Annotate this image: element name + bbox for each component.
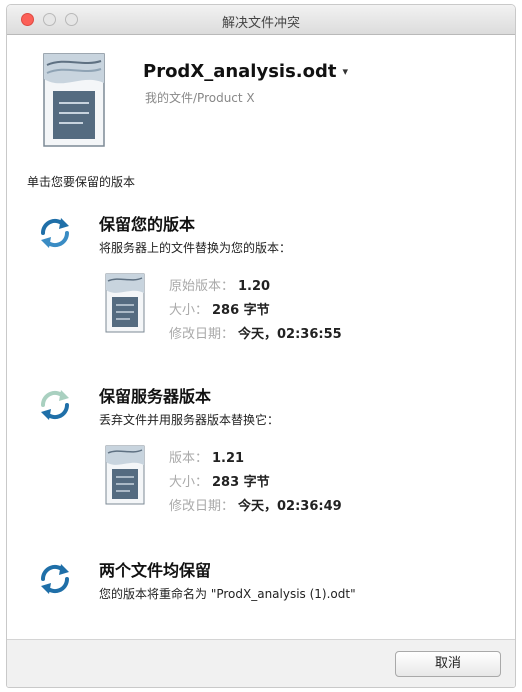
meta-label: 修改日期： [169,499,235,514]
filename: ProdX_analysis.odt [143,61,337,82]
meta-label: 大小： [169,475,209,490]
meta-label: 修改日期： [169,327,235,342]
meta-value: 今天，02:36:55 [238,327,342,342]
meta-row: 大小： 283 字节 [169,471,270,490]
meta-value: 286 字节 [212,303,270,318]
document-icon [43,53,105,147]
meta-row: 修改日期： 今天，02:36:55 [169,323,342,342]
window-title: 解决文件冲突 [221,16,300,31]
option-title: 两个文件均保留 [99,561,212,580]
option-title: 保留服务器版本 [99,387,212,406]
instruction-text: 单击您要保留的版本 [27,175,136,189]
meta-value: 1.20 [238,279,271,294]
bottom-bar: 取消 [7,639,515,687]
resolve-conflict-window: 解决文件冲突 ProdX_analysis.odt ▾ 我的文件/Product… [6,4,516,688]
option-description: 您的版本将重命名为 "ProdX_analysis (1).odt" [99,587,356,601]
meta-row: 修改日期： 今天，02:36:49 [169,495,342,514]
meta-label: 大小： [169,303,209,318]
option-title: 保留您的版本 [99,215,196,234]
title-bar: 解决文件冲突 [7,5,515,35]
meta-label: 原始版本： [169,279,235,294]
document-icon [105,273,145,333]
chevron-down-icon: ▾ [342,65,349,78]
cancel-button[interactable]: 取消 [395,651,501,677]
sync-arrows-icon [37,561,73,597]
meta-value: 283 字节 [212,475,270,490]
option-description: 丢弃文件并用服务器版本替换它： [99,413,280,427]
sync-arrows-icon [37,215,73,251]
meta-label: 版本： [169,451,209,466]
document-icon [105,445,145,505]
filename-menu[interactable]: ProdX_analysis.odt ▾ [143,61,348,82]
meta-row: 大小： 286 字节 [169,299,270,318]
option-description: 将服务器上的文件替换为您的版本： [99,241,292,255]
file-path: 我的文件/Product X [145,91,255,105]
meta-row: 版本： 1.21 [169,447,244,466]
meta-value: 1.21 [212,451,245,466]
meta-value: 今天，02:36:49 [238,499,342,514]
meta-row: 原始版本： 1.20 [169,275,270,294]
sync-arrows-icon [37,387,73,423]
